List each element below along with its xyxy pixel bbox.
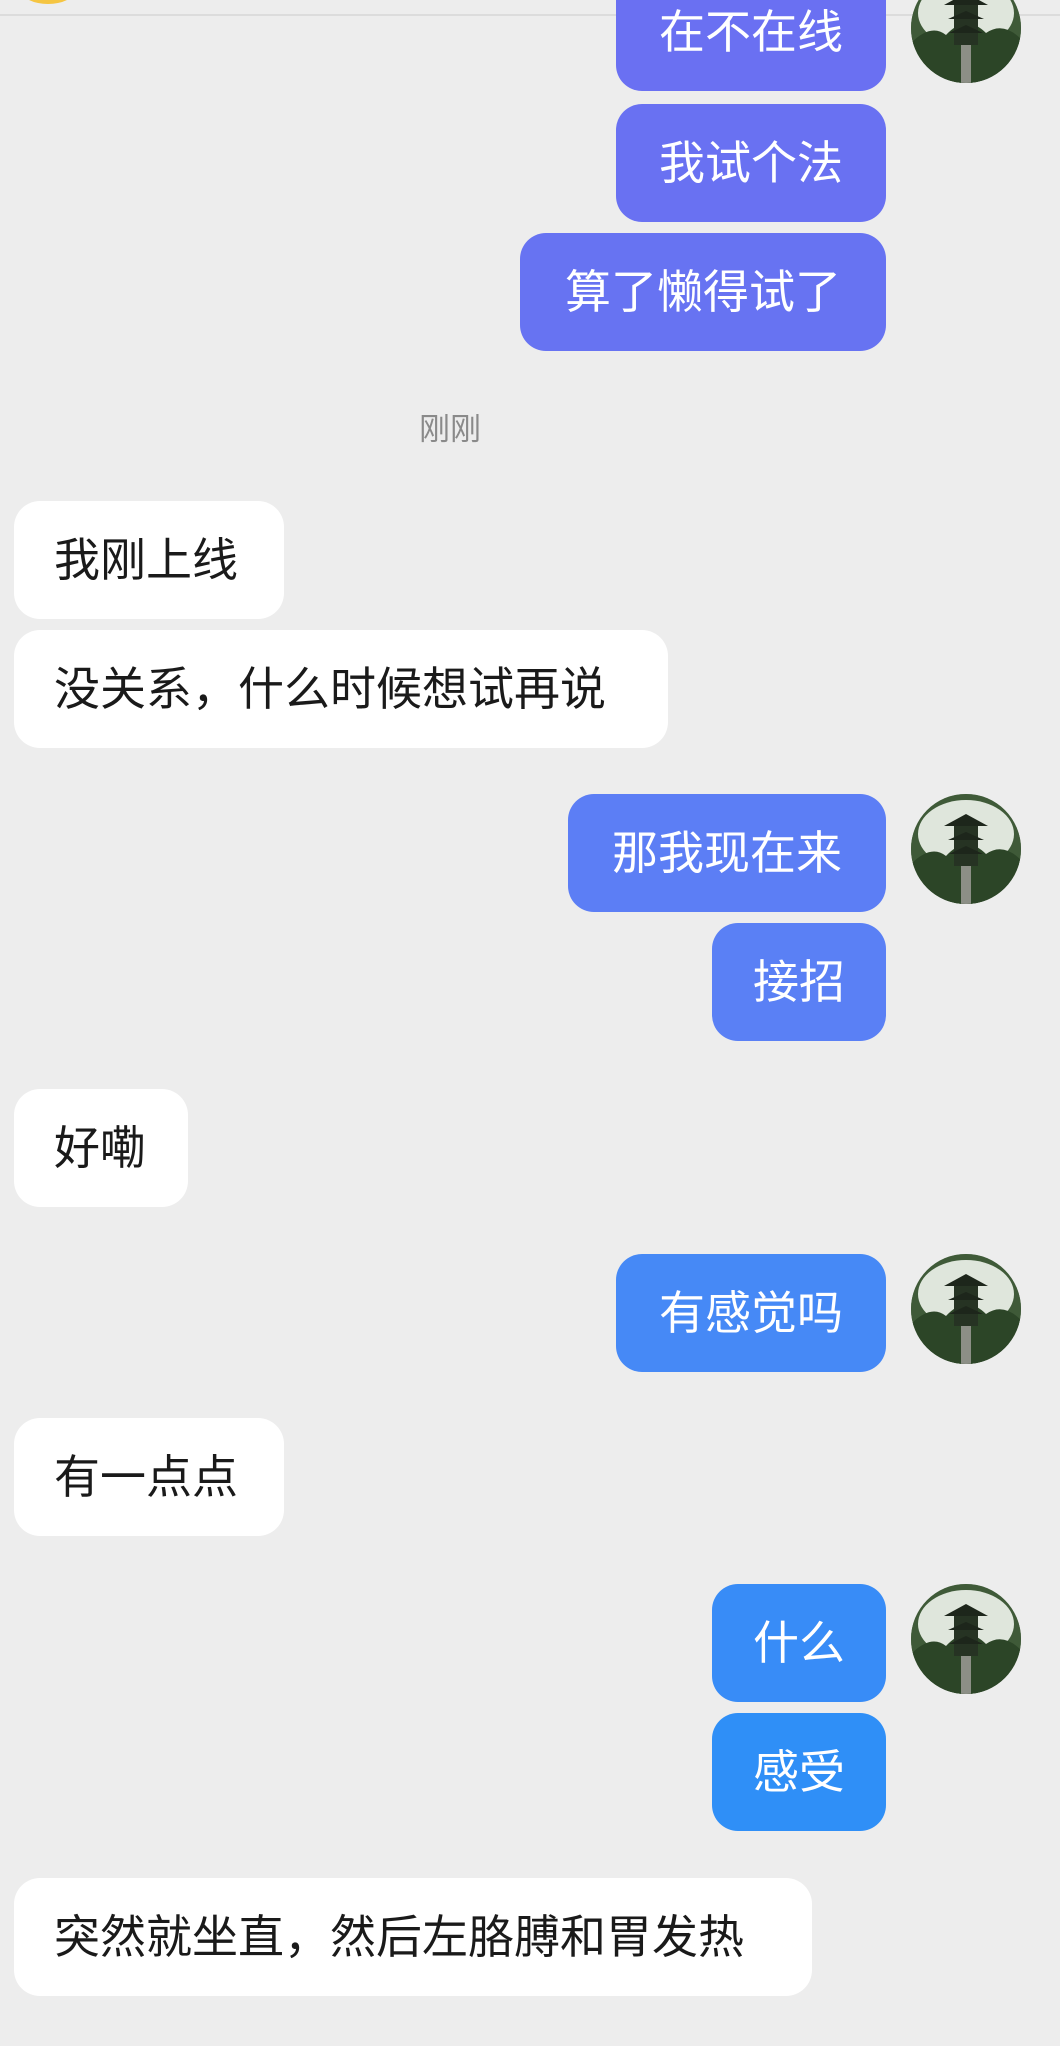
message-text: 没关系，什么时候想试再说 bbox=[54, 662, 606, 716]
message-text: 有感觉吗 bbox=[659, 1286, 843, 1340]
message-text: 算了懒得试了 bbox=[565, 265, 841, 319]
pagoda-avatar-icon[interactable] bbox=[911, 1584, 1021, 1694]
message-bubble-incoming[interactable]: 突然就坐直，然后左胳膊和胃发热 bbox=[14, 1878, 812, 1996]
message-bubble-incoming[interactable]: 我刚上线 bbox=[14, 501, 284, 619]
pagoda-avatar-icon[interactable] bbox=[911, 794, 1021, 904]
pagoda-avatar-icon[interactable] bbox=[911, 0, 1021, 83]
message-text: 突然就坐直，然后左胳膊和胃发热 bbox=[54, 1910, 744, 1964]
message-text: 感受 bbox=[753, 1745, 845, 1799]
message-bubble-outgoing[interactable]: 在不在线 bbox=[616, 0, 886, 91]
message-text: 什么 bbox=[753, 1616, 845, 1670]
chat-message-list[interactable]: 在不在线 我试个法 算了懒得试了 刚刚 我刚上线 没关系，什么时候想试再说 那我… bbox=[0, 0, 1060, 2046]
message-text: 那我现在来 bbox=[612, 826, 842, 880]
message-bubble-outgoing[interactable]: 我试个法 bbox=[616, 104, 886, 222]
message-bubble-outgoing[interactable]: 感受 bbox=[712, 1713, 886, 1831]
message-text: 我试个法 bbox=[659, 136, 843, 190]
message-bubble-outgoing[interactable]: 算了懒得试了 bbox=[520, 233, 886, 351]
message-bubble-incoming[interactable]: 没关系，什么时候想试再说 bbox=[14, 630, 668, 748]
message-bubble-outgoing[interactable]: 什么 bbox=[712, 1584, 886, 1702]
message-bubble-outgoing[interactable]: 那我现在来 bbox=[568, 794, 886, 912]
message-text: 我刚上线 bbox=[54, 533, 238, 587]
message-text: 接招 bbox=[753, 955, 845, 1009]
message-text: 有一点点 bbox=[54, 1450, 238, 1504]
message-bubble-outgoing[interactable]: 有感觉吗 bbox=[616, 1254, 886, 1372]
message-text: 在不在线 bbox=[659, 5, 843, 59]
message-bubble-incoming[interactable]: 有一点点 bbox=[14, 1418, 284, 1536]
message-bubble-outgoing[interactable]: 接招 bbox=[712, 923, 886, 1041]
timestamp: 刚刚 bbox=[419, 412, 481, 448]
pagoda-avatar-icon[interactable] bbox=[911, 1254, 1021, 1364]
message-bubble-incoming[interactable]: 好嘞 bbox=[14, 1089, 188, 1207]
message-text: 好嘞 bbox=[54, 1121, 146, 1175]
